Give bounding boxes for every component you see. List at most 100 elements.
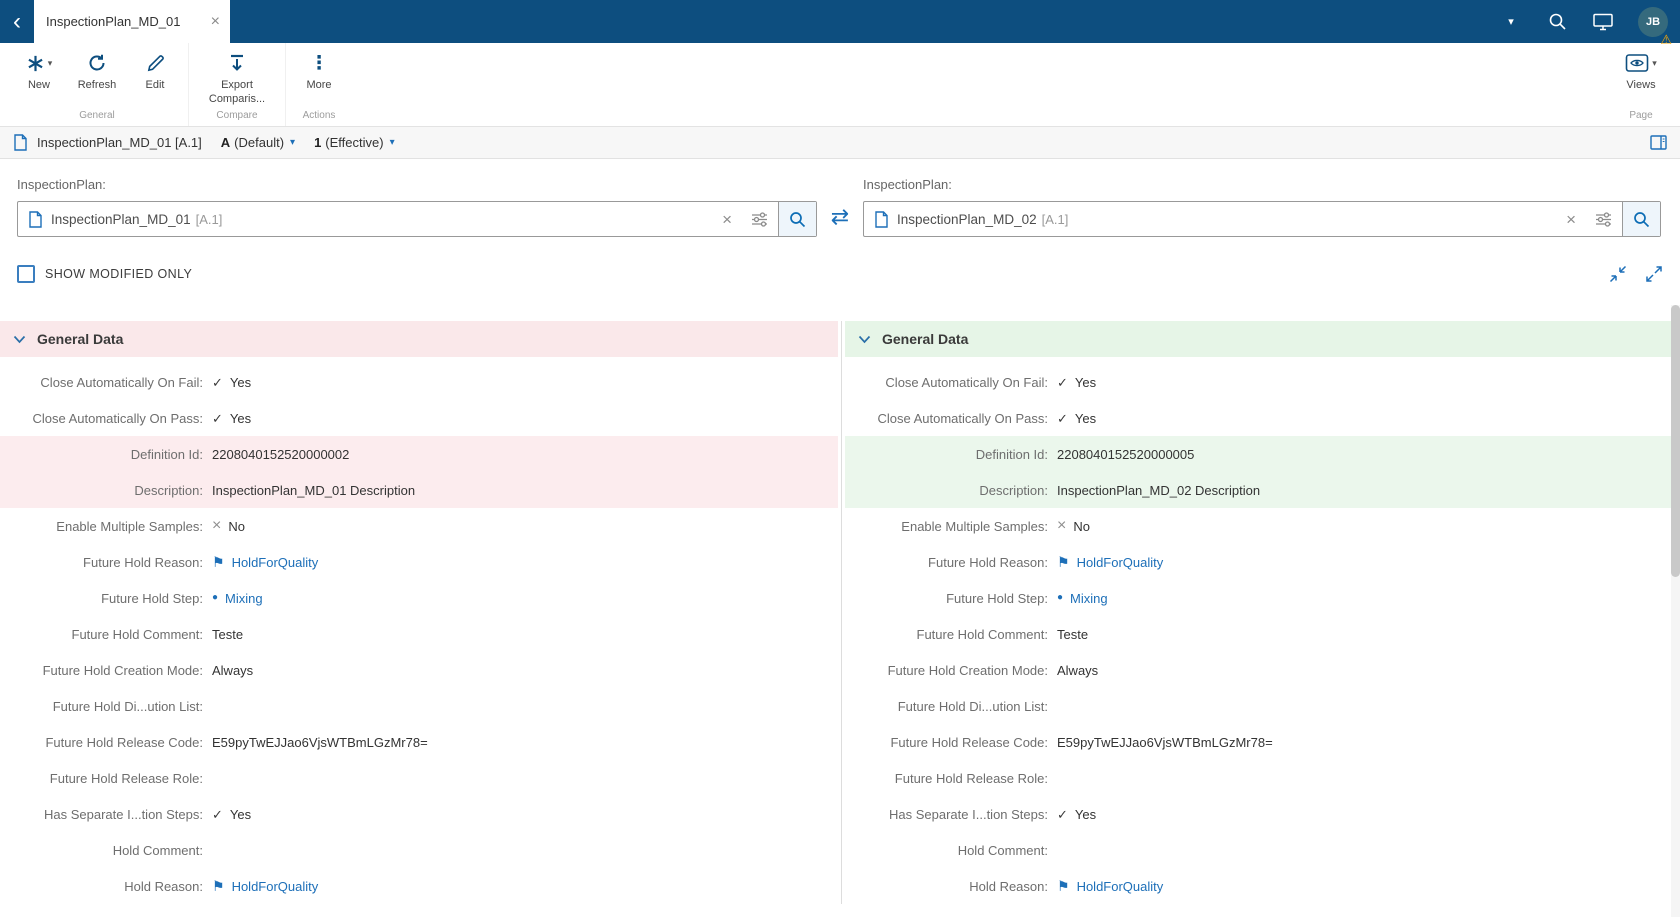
monitor-icon[interactable] [1580, 0, 1626, 43]
edit-button[interactable]: Edit [126, 43, 184, 110]
field-label: Close Automatically On Fail: [40, 374, 203, 390]
field-label: Future Hold Comment: [71, 626, 204, 642]
asterisk-icon [26, 54, 45, 73]
value-link[interactable]: HoldForQuality [232, 555, 319, 570]
value-text: E59pyTwEJJao6VjsWTBmLGzMr78= [1057, 734, 1273, 750]
field-row: Future Hold Creation Mode: Always [845, 652, 1671, 688]
field-value: ✓ Yes [1057, 807, 1096, 822]
user-menu[interactable]: JB ⚠ [1626, 0, 1680, 47]
scrollbar-thumb[interactable] [1671, 305, 1680, 577]
field-label: Future Hold Comment: [916, 626, 1049, 642]
field-value: E59pyTwEJJao6VjsWTBmLGzMr78= [212, 735, 428, 750]
close-icon[interactable]: × [211, 13, 220, 30]
cross-icon: × [1057, 517, 1067, 534]
value-text: InspectionPlan_MD_02 Description [1057, 482, 1261, 498]
value-text: 2208040152520000002 [212, 446, 350, 462]
value-link[interactable]: HoldForQuality [1077, 879, 1164, 894]
more-button-label: More [306, 79, 332, 91]
input-value-main: InspectionPlan_MD_02 [897, 211, 1037, 227]
search-button[interactable] [778, 202, 816, 236]
revision-qualifier: (Effective) [325, 135, 384, 150]
field-label: Close Automatically On Pass: [877, 410, 1048, 426]
export-comparison-button[interactable]: Export Comparis... [193, 43, 281, 110]
views-button[interactable]: ▾ Views [1612, 43, 1670, 110]
clear-icon[interactable]: × [1557, 211, 1585, 228]
value-text: Yes [1074, 410, 1097, 426]
vertical-scrollbar[interactable] [1671, 305, 1680, 917]
version-value: A [220, 135, 231, 150]
field-value: InspectionPlan_MD_02 Description [1057, 483, 1260, 498]
field-label: Future Hold Step: [946, 590, 1048, 606]
top-bar: ‹ InspectionPlan_MD_01 × ▾ JB ⚠ [0, 0, 1680, 47]
filter-icon[interactable] [741, 211, 778, 227]
field-row: Future Hold Creation Mode: Always [0, 652, 838, 688]
field-value: ✓ Yes [212, 375, 251, 390]
show-modified-only-label: SHOW MODIFIED ONLY [45, 267, 193, 281]
refresh-button[interactable]: Refresh [68, 43, 126, 110]
field-label: Future Hold Reason: [83, 554, 203, 570]
field-value: Teste [212, 627, 243, 642]
value-text: Yes [229, 374, 252, 390]
document-icon [874, 210, 889, 228]
value-text: Yes [229, 410, 252, 426]
value-text: No [228, 518, 245, 534]
panel-header[interactable]: General Data [0, 321, 838, 357]
field-label: Future Hold Di...ution List: [52, 698, 203, 714]
views-button-label: Views [1626, 79, 1656, 91]
field-label: Hold Comment: [112, 842, 203, 858]
toolbar-group-label: Page [1629, 110, 1653, 121]
field-value: ● Mixing [212, 591, 263, 606]
revision-selector[interactable]: 1 (Effective) ▾ [314, 135, 395, 150]
inspectionplan-input-left[interactable]: InspectionPlan_MD_01 [A.1] × [17, 201, 817, 237]
filter-icon[interactable] [1585, 211, 1622, 227]
inspectionplan-input-right[interactable]: InspectionPlan_MD_02 [A.1] × [863, 201, 1661, 237]
field-row: Close Automatically On Fail: ✓ Yes [0, 364, 838, 400]
tab-inspectionplan[interactable]: InspectionPlan_MD_01 × [34, 0, 230, 43]
panel-rows: Close Automatically On Fail: ✓ Yes Close Au… [0, 357, 838, 904]
field-label: Future Hold Di...ution List: [897, 698, 1048, 714]
flag-icon: ⚑ [212, 878, 225, 894]
chevron-down-icon [13, 335, 26, 344]
more-button[interactable]: ⋮ More [290, 43, 348, 110]
export-icon [227, 52, 247, 74]
field-value: Teste [1057, 627, 1088, 642]
value-link[interactable]: Mixing [225, 591, 263, 606]
input-value-suffix: [A.1] [195, 211, 223, 227]
field-label: Future Hold Step: [101, 590, 203, 606]
field-row: Hold Comment: [0, 832, 838, 868]
version-selector[interactable]: A (Default) ▾ [221, 135, 295, 150]
field-label: Close Automatically On Pass: [32, 410, 203, 426]
field-label: Hold Comment: [957, 842, 1048, 858]
field-row: Future Hold Release Code: E59pyTwEJJao6Vj… [0, 724, 838, 760]
value-link[interactable]: HoldForQuality [232, 879, 319, 894]
search-icon[interactable] [1534, 0, 1580, 43]
side-panel-toggle-icon[interactable] [1650, 135, 1667, 150]
value-link[interactable]: Mixing [1070, 591, 1108, 606]
new-button[interactable]: ▾ New [10, 43, 68, 110]
swap-icon[interactable]: ⇄ [817, 204, 863, 237]
show-modified-only-checkbox[interactable] [17, 265, 35, 283]
collapse-all-icon[interactable] [1609, 265, 1627, 283]
toolbar-group-compare: Export Comparis... Compare [188, 43, 285, 126]
field-value: ✓ Yes [212, 807, 251, 822]
field-label: Enable Multiple Samples: [56, 518, 203, 534]
back-button[interactable]: ‹ [0, 0, 34, 43]
field-label: Definition Id: [975, 446, 1048, 462]
search-button[interactable] [1622, 202, 1660, 236]
input-value: InspectionPlan_MD_02 [A.1] [897, 212, 1557, 227]
expand-all-icon[interactable] [1645, 265, 1663, 283]
warning-icon: ⚠ [1660, 32, 1672, 47]
chevron-down-icon: ▾ [389, 137, 395, 148]
clear-icon[interactable]: × [713, 211, 741, 228]
compare-left-field: InspectionPlan: InspectionPlan_MD_01 [A.1… [17, 177, 817, 237]
panel-header[interactable]: General Data [845, 321, 1671, 357]
field-label: Hold Reason: [124, 878, 203, 894]
field-label: Future Hold Creation Mode: [42, 662, 203, 678]
field-row: Future Hold Comment: Teste [0, 616, 838, 652]
chevron-down-icon: ▾ [1652, 57, 1657, 68]
panel-rows: Close Automatically On Fail: ✓ Yes Close Au… [845, 357, 1671, 904]
chevron-down-icon[interactable]: ▾ [1488, 0, 1534, 43]
toolbar-group-actions: ⋮ More Actions [285, 43, 352, 126]
value-link[interactable]: HoldForQuality [1077, 555, 1164, 570]
panel-size-controls [1609, 265, 1663, 283]
